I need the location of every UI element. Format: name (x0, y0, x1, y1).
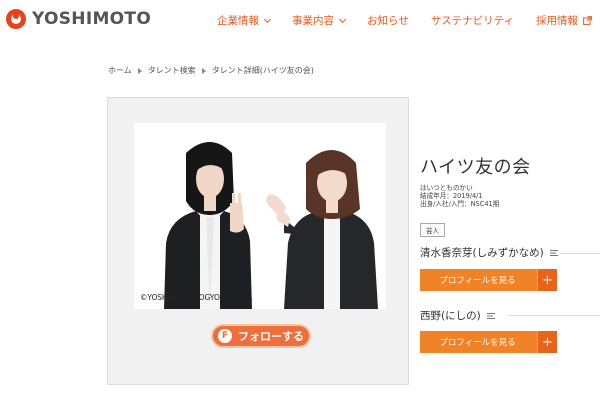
member-divider (509, 315, 600, 316)
plus-icon: + (537, 269, 557, 291)
nav-item-business[interactable]: 事業内容 (292, 13, 347, 28)
global-nav: 企業情報 事業内容 お知らせ サステナビリティ 採用情報 (217, 13, 592, 28)
breadcrumb-talent-search[interactable]: タレント検索 (148, 65, 196, 76)
talent-info: はいつとものかい 結成年月：2019/4/1 出身/入社/入門：NSC41期 (420, 184, 499, 208)
nav-label: お知らせ (367, 15, 409, 27)
yoshimoto-logo[interactable]: YOSHIMOTO (6, 9, 151, 29)
member-name-text: 西野(にしの) (420, 310, 481, 322)
list-icon (549, 249, 558, 256)
breadcrumb-separator-icon (201, 67, 206, 74)
nav-label: 企業情報 (217, 15, 260, 27)
follow-button[interactable]: F フォローする (211, 324, 311, 348)
profile-button-label: プロフィールを見る (439, 338, 516, 348)
member-1: 清水香奈芽(しみずかなめ) (420, 245, 558, 260)
breadcrumb-separator-icon (137, 67, 142, 74)
profile-button-1[interactable]: プロフィールを見る + (420, 269, 557, 291)
site-header: YOSHIMOTO 企業情報 事業内容 お知らせ サステナビリティ 採用情報 (0, 0, 600, 40)
nav-label: 事業内容 (292, 15, 335, 27)
follow-label: フォローする (238, 330, 304, 343)
logo-text: YOSHIMOTO (32, 9, 152, 29)
talent-reading: はいつとものかい (420, 184, 473, 192)
chevron-down-icon (338, 15, 347, 23)
breadcrumb: ホーム タレント検索 タレント詳細(ハイツ友の会) (108, 65, 314, 76)
chevron-down-icon (263, 15, 272, 23)
breadcrumb-home[interactable]: ホーム (108, 65, 132, 76)
member-name: 西野(にしの) (420, 308, 495, 323)
nav-label: サステナビリティ (430, 15, 514, 27)
nav-item-sustainability[interactable]: サステナビリティ (431, 13, 514, 28)
logo-mark-icon (6, 9, 26, 29)
photo-copyright: ©YOSHIMOTO KOGYO CO.,LTD. (140, 293, 253, 302)
nav-item-company[interactable]: 企業情報 (217, 13, 272, 28)
member-name: 清水香奈芽(しみずかなめ) (420, 245, 558, 260)
nav-item-recruit[interactable]: 採用情報 (536, 13, 592, 28)
talent-info-panel: ハイツ友の会 はいつとものかい 結成年月：2019/4/1 出身/入社/入門：N… (409, 97, 600, 385)
list-icon (486, 312, 495, 319)
talent-photo: ©YOSHIMOTO KOGYO CO.,LTD. (134, 123, 386, 309)
nav-label: 採用情報 (536, 15, 578, 27)
talent-formed: 結成年月：2019/4/1 (420, 192, 483, 200)
external-link-icon (583, 16, 592, 25)
member-divider (560, 253, 600, 254)
profile-button-label: プロフィールを見る (439, 276, 516, 286)
talent-photo-panel: ©YOSHIMOTO KOGYO CO.,LTD. F フォローする (107, 97, 409, 385)
member-name-text: 清水香奈芽(しみずかなめ) (420, 247, 544, 259)
breadcrumb-current: タレント詳細(ハイツ友の会) (211, 66, 314, 75)
profile-button-2[interactable]: プロフィールを見る + (420, 331, 557, 353)
category-tag: 芸人 (420, 223, 445, 237)
talent-photo-illustration (134, 123, 386, 309)
member-2: 西野(にしの) (420, 308, 495, 323)
follow-icon: F (218, 329, 232, 343)
plus-icon: + (537, 331, 557, 353)
talent-name: ハイツ友の会 (420, 157, 531, 178)
nav-item-news[interactable]: お知らせ (367, 13, 409, 28)
talent-origin: 出身/入社/入門：NSC41期 (420, 200, 500, 208)
